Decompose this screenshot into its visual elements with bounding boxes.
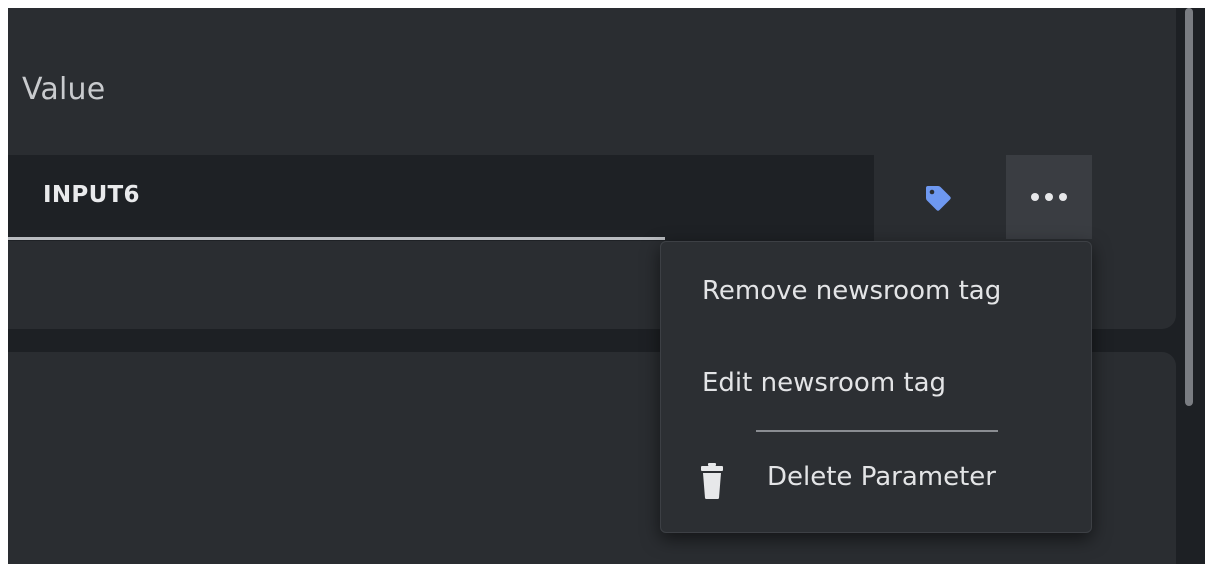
menu-item-remove-newsroom-tag[interactable]: Remove newsroom tag xyxy=(661,260,1091,330)
scrollbar-thumb[interactable] xyxy=(1185,8,1193,406)
more-horizontal-icon xyxy=(1031,193,1067,201)
more-options-button[interactable] xyxy=(1006,155,1092,239)
menu-item-label: Remove newsroom tag xyxy=(702,276,1002,306)
parameter-options-menu: Remove newsroom tag Edit newsroom tag De… xyxy=(660,241,1092,533)
value-input-text[interactable]: INPUT6 xyxy=(43,182,140,208)
newsroom-tag-button[interactable] xyxy=(908,168,968,228)
value-input-underline xyxy=(8,237,665,240)
menu-item-delete-parameter[interactable]: Delete Parameter xyxy=(661,446,1091,516)
tag-icon xyxy=(926,186,951,211)
editor-viewport: Value INPUT6 Remove newsroom tag Edit ne… xyxy=(8,8,1205,564)
menu-item-edit-newsroom-tag[interactable]: Edit newsroom tag xyxy=(661,352,1091,422)
trash-icon xyxy=(701,463,723,499)
menu-item-label: Delete Parameter xyxy=(767,462,996,492)
menu-item-label: Edit newsroom tag xyxy=(702,368,947,398)
value-field-label: Value xyxy=(22,72,106,107)
menu-divider xyxy=(756,430,998,432)
vertical-scrollbar[interactable] xyxy=(1181,8,1197,564)
